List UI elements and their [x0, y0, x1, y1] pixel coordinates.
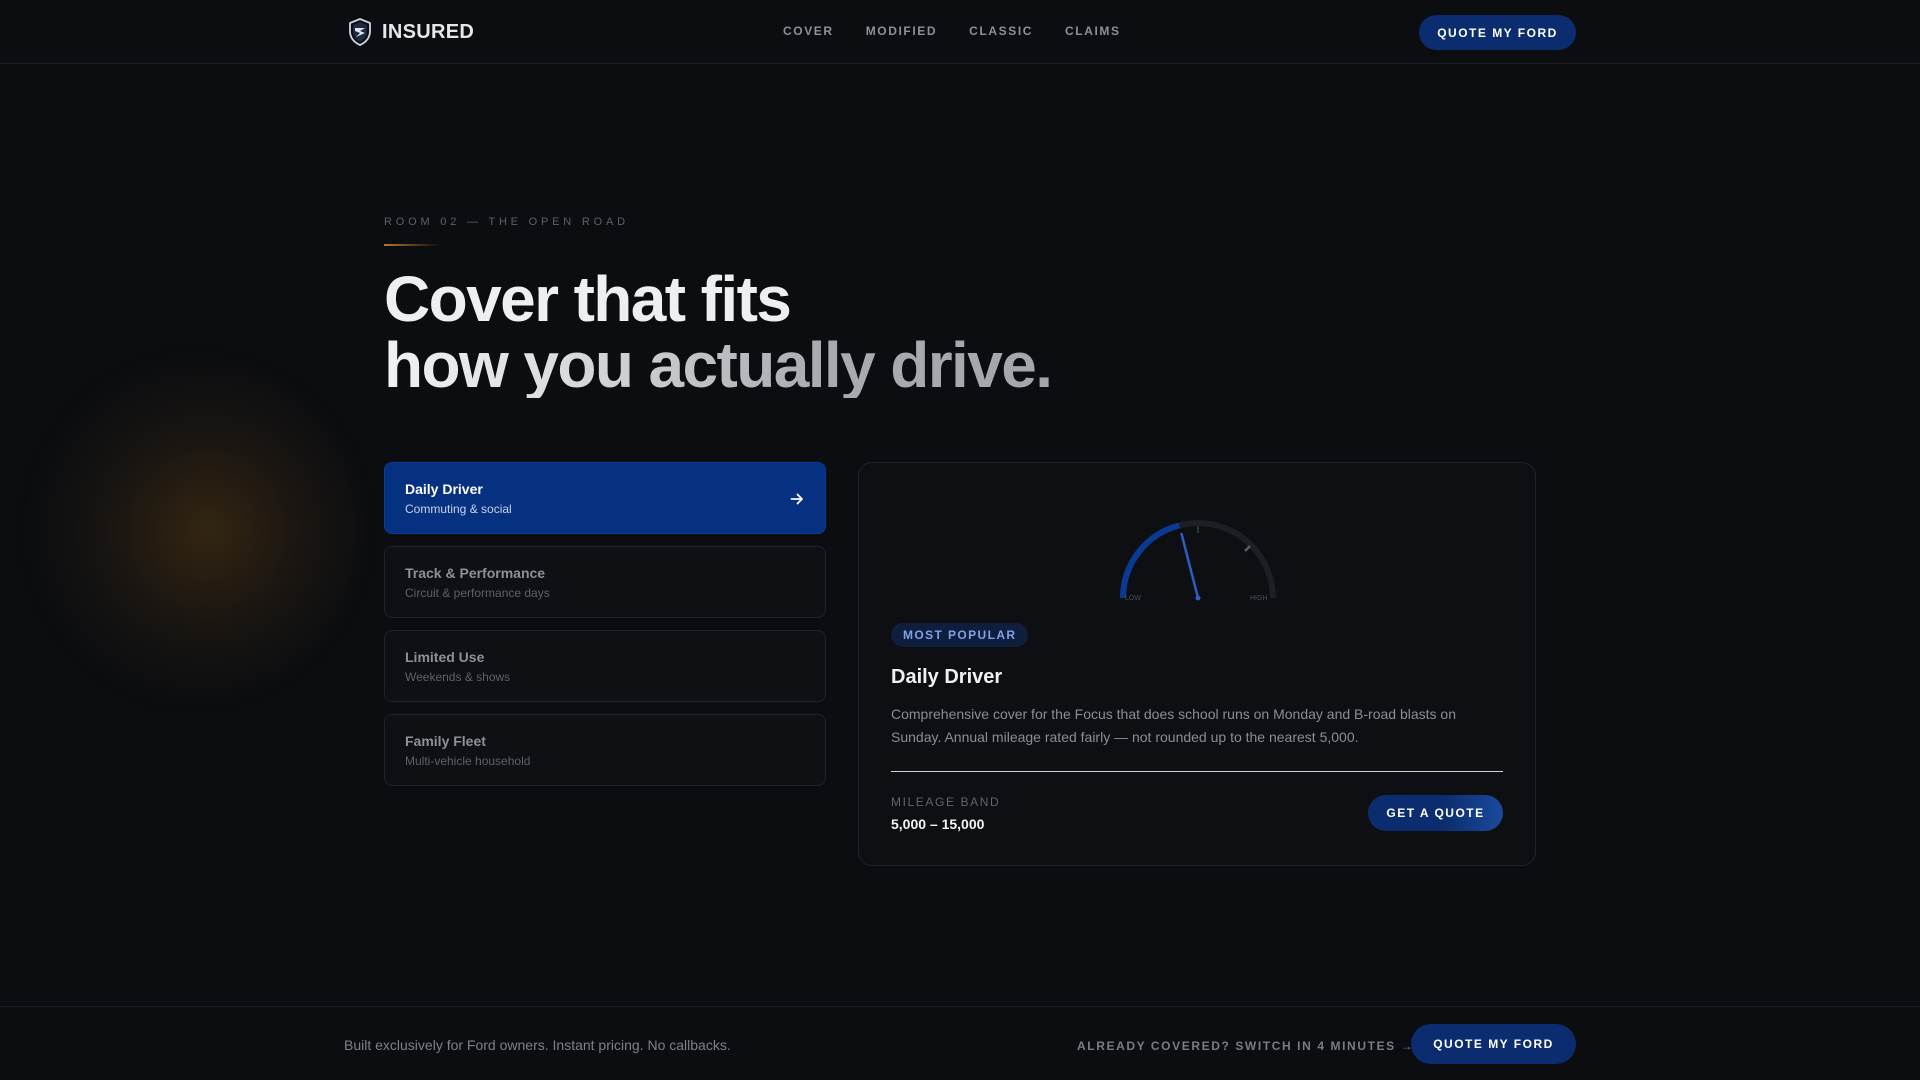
- option-title: Limited Use: [405, 649, 485, 665]
- cover-option-daily-driver[interactable]: Daily Driver Commuting & social: [384, 462, 826, 534]
- cover-option-limited-use[interactable]: Limited Use Weekends & shows: [384, 630, 826, 702]
- detail-divider: [891, 771, 1503, 772]
- brand-logo[interactable]: INSURED: [348, 18, 474, 46]
- gauge-tick-right: [1244, 545, 1251, 552]
- cover-option-track-performance[interactable]: Track & Performance Circuit & performanc…: [384, 546, 826, 618]
- brand-name: INSURED: [382, 20, 475, 43]
- headline-line-1: Cover that fits: [384, 263, 792, 335]
- mileage-band-label: MILEAGE BAND: [891, 795, 1001, 809]
- switch-provider-link[interactable]: ALREADY COVERED? SWITCH IN 4 MINUTES →: [1077, 1039, 1414, 1053]
- cover-detail-card: LOW HIGH MOST POPULAR Daily Driver Compr…: [858, 462, 1536, 866]
- arrow-right-icon: [790, 493, 803, 505]
- cover-option-family-fleet[interactable]: Family Fleet Multi-vehicle household: [384, 714, 826, 786]
- gauge-hub: [1195, 595, 1201, 601]
- footer-note: Built exclusively for Ford owners. Insta…: [344, 1037, 731, 1053]
- gauge-fill: [1120, 522, 1181, 599]
- ambient-glow: [20, 360, 360, 700]
- headline-line-2: how you actually drive.: [384, 329, 1053, 401]
- option-subtitle: Multi-vehicle household: [405, 754, 531, 768]
- mileage-gauge: LOW HIGH: [1120, 520, 1276, 602]
- status-badge: MOST POPULAR: [891, 623, 1029, 647]
- gauge-track: [1120, 520, 1276, 599]
- option-subtitle: Circuit & performance days: [405, 586, 550, 600]
- nav-link-cover[interactable]: COVER: [783, 24, 834, 38]
- detail-title: Daily Driver: [891, 666, 1003, 688]
- option-title: Track & Performance: [405, 565, 546, 581]
- page-title: Cover that fits how you actually drive.: [384, 263, 1053, 401]
- nav-link-modified[interactable]: MODIFIED: [866, 24, 937, 38]
- top-header: INSURED COVER MODIFIED CLASSIC CLAIMS QU…: [0, 0, 1920, 64]
- detail-description: Comprehensive cover for the Focus that d…: [891, 706, 1456, 745]
- bottom-bar: Built exclusively for Ford owners. Insta…: [0, 1006, 1920, 1080]
- mileage-band-value: 5,000 – 15,000: [891, 816, 985, 832]
- shield-icon: [349, 18, 371, 46]
- gauge-label-high: HIGH: [1250, 595, 1268, 602]
- section-eyebrow: ROOM 02 — THE OPEN ROAD: [384, 216, 629, 228]
- main-nav: COVER MODIFIED CLASSIC CLAIMS: [783, 24, 1121, 38]
- nav-link-claims[interactable]: CLAIMS: [1065, 24, 1121, 38]
- eyebrow-accent-rule: [384, 244, 440, 246]
- footer-quote-button[interactable]: QUOTE MY FORD: [1411, 1024, 1576, 1064]
- option-title: Family Fleet: [405, 733, 486, 749]
- option-subtitle: Commuting & social: [405, 502, 512, 516]
- option-subtitle: Weekends & shows: [405, 670, 511, 684]
- cover-options-list: Daily Driver Commuting & social Track & …: [384, 462, 826, 798]
- get-quote-button[interactable]: GET A QUOTE: [1368, 795, 1503, 831]
- nav-link-classic[interactable]: CLASSIC: [969, 24, 1033, 38]
- gauge-needle: [1180, 532, 1200, 600]
- gauge-label-low: LOW: [1125, 595, 1141, 602]
- option-title: Daily Driver: [405, 481, 483, 497]
- header-quote-button[interactable]: QUOTE MY FORD: [1419, 15, 1576, 50]
